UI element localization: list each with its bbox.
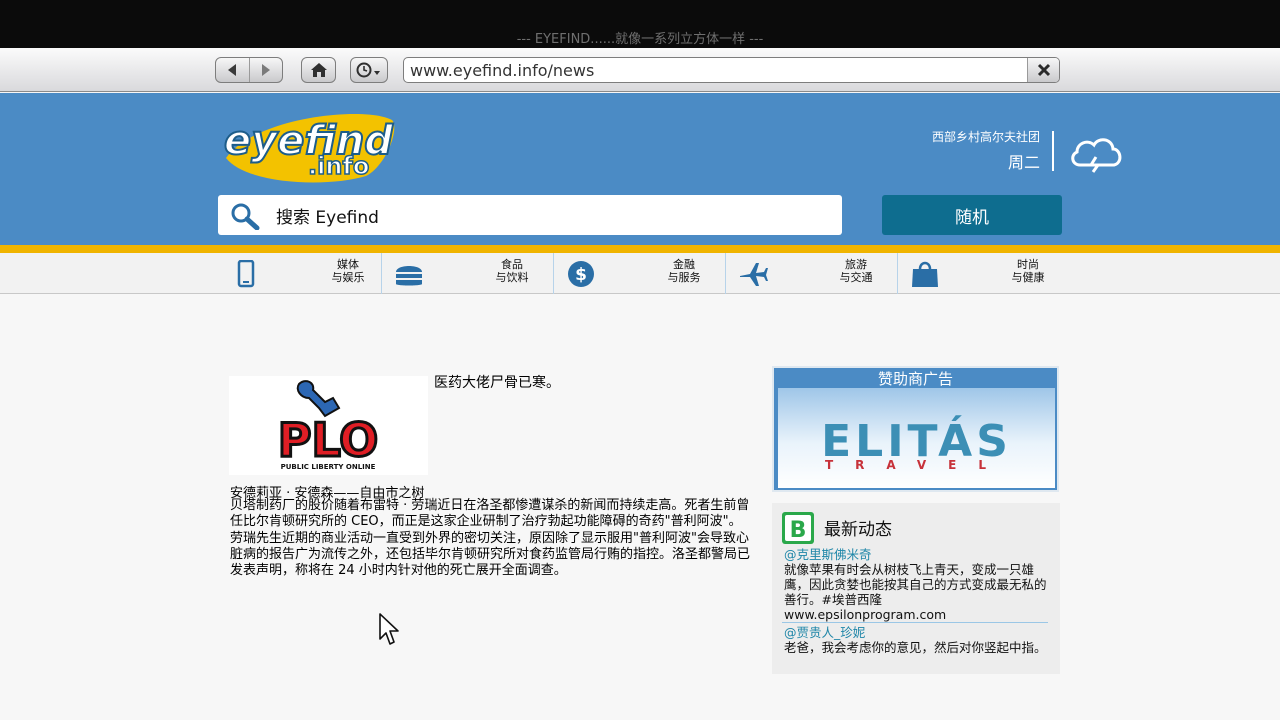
logo-suffix: .info bbox=[308, 152, 369, 180]
eyefind-logo[interactable]: eyefind .info bbox=[216, 106, 402, 186]
sponsor-banner[interactable]: ELITÁS TRAVEL bbox=[778, 388, 1055, 488]
sponsor-brand-sub: TRAVEL bbox=[824, 458, 1009, 472]
plo-caption: PUBLIC LIBERTY ONLINE bbox=[281, 463, 376, 471]
feed-text: 老爸，我会考虑你的意见，然后对你竖起中指。 bbox=[784, 640, 1047, 655]
random-button[interactable]: 随机 bbox=[882, 195, 1062, 235]
feed-title: 最新动态 bbox=[824, 520, 892, 540]
feed-entry: @克里斯佛米奇 就像苹果有时会从树枝飞上青天，变成一只雄鹰，因此贪婪也能按其自己… bbox=[784, 547, 1052, 622]
article-image: PLO PUBLIC LIBERTY ONLINE bbox=[229, 376, 428, 475]
window-title-bar: --- EYEFIND......就像一系列立方体一样 --- bbox=[0, 0, 1280, 48]
browser-toolbar: www.eyefind.info/news bbox=[0, 48, 1280, 92]
url-text[interactable]: www.eyefind.info/news bbox=[410, 61, 594, 80]
close-icon bbox=[1037, 63, 1050, 77]
bleeter-icon: B bbox=[782, 512, 814, 544]
latest-feed: B 最新动态 @克里斯佛米奇 就像苹果有时会从树枝飞上青天，变成一只雄鹰，因此贪… bbox=[772, 503, 1060, 674]
address-bar[interactable]: www.eyefind.info/news bbox=[403, 57, 1060, 83]
feed-handle[interactable]: @克里斯佛米奇 bbox=[784, 547, 1052, 562]
search-box[interactable]: 搜索 Eyefind bbox=[218, 195, 842, 235]
search-input[interactable]: 搜索 Eyefind bbox=[276, 203, 379, 228]
category-food[interactable]: 食品 与饮料 bbox=[381, 253, 553, 294]
history-button[interactable] bbox=[350, 57, 388, 83]
feed-text: 就像苹果有时会从树枝飞上青天，变成一只雄鹰，因此贪婪也能按其自己的方式变成最无私… bbox=[784, 562, 1047, 607]
dollar-icon: $ bbox=[568, 261, 594, 287]
shopping-bag-icon bbox=[912, 261, 938, 287]
sponsor-ad[interactable]: 赞助商广告 ELITÁS TRAVEL bbox=[772, 366, 1059, 492]
search-icon bbox=[231, 203, 260, 230]
sponsor-title: 赞助商广告 bbox=[877, 370, 953, 388]
home-icon bbox=[310, 63, 327, 77]
category-finance[interactable]: $ 金融 与服务 bbox=[553, 253, 725, 294]
phone-icon bbox=[237, 260, 255, 288]
clock-icon bbox=[356, 62, 380, 78]
feed-entry: @贾贵人_珍妮 老爸，我会考虑你的意见，然后对你竖起中指。 bbox=[784, 625, 1052, 655]
window-title: --- EYEFIND......就像一系列立方体一样 --- bbox=[516, 32, 764, 47]
weather-divider bbox=[1052, 131, 1054, 171]
plane-icon bbox=[740, 263, 768, 286]
cloud-lightning-icon bbox=[1071, 138, 1122, 173]
day-text: 周二 bbox=[1007, 153, 1040, 172]
article-headline: 医药大佬尸骨已寒。 bbox=[434, 375, 560, 391]
clear-url-button[interactable] bbox=[1027, 58, 1059, 82]
home-button[interactable] bbox=[301, 57, 336, 83]
mouse-cursor-icon bbox=[379, 613, 399, 645]
svg-text:B: B bbox=[790, 518, 807, 543]
article-body: 贝塔制药厂的股价随着布雷特 · 劳瑞近日在洛圣都惨遭谋杀的新闻而持续走高。死者生… bbox=[230, 498, 751, 579]
site-header: eyefind .info 西部乡村高尔夫社团 周二 搜索 Eyefind 随机 bbox=[0, 93, 1280, 245]
header-stripe bbox=[0, 245, 1280, 253]
nav-button-group bbox=[215, 57, 283, 83]
location-text: 西部乡村高尔夫社团 bbox=[931, 130, 1040, 144]
feed-link[interactable]: www.epsilonprogram.com bbox=[784, 607, 1052, 622]
category-media[interactable]: 媒体 与娱乐 bbox=[218, 253, 390, 294]
plo-logo: PLO PUBLIC LIBERTY ONLINE bbox=[276, 380, 380, 471]
forward-arrow-icon[interactable] bbox=[248, 58, 282, 82]
back-arrow-icon[interactable] bbox=[216, 58, 249, 82]
feed-divider bbox=[782, 622, 1048, 623]
svg-text:$: $ bbox=[575, 265, 587, 285]
category-label: 与健康 bbox=[1011, 271, 1045, 284]
burger-icon bbox=[396, 266, 422, 286]
feed-handle[interactable]: @贾贵人_珍妮 bbox=[784, 625, 1052, 640]
plo-logo-text: PLO bbox=[278, 413, 379, 467]
category-travel[interactable]: 旅游 与交通 bbox=[725, 253, 897, 294]
category-fashion[interactable]: 时尚 与健康 bbox=[897, 253, 1069, 294]
category-nav: 媒体 与娱乐 食品 与饮料 $ 金融 与服务 旅游 与交通 时尚 与健康 bbox=[0, 253, 1280, 294]
category-label: 时尚 bbox=[1017, 258, 1039, 271]
